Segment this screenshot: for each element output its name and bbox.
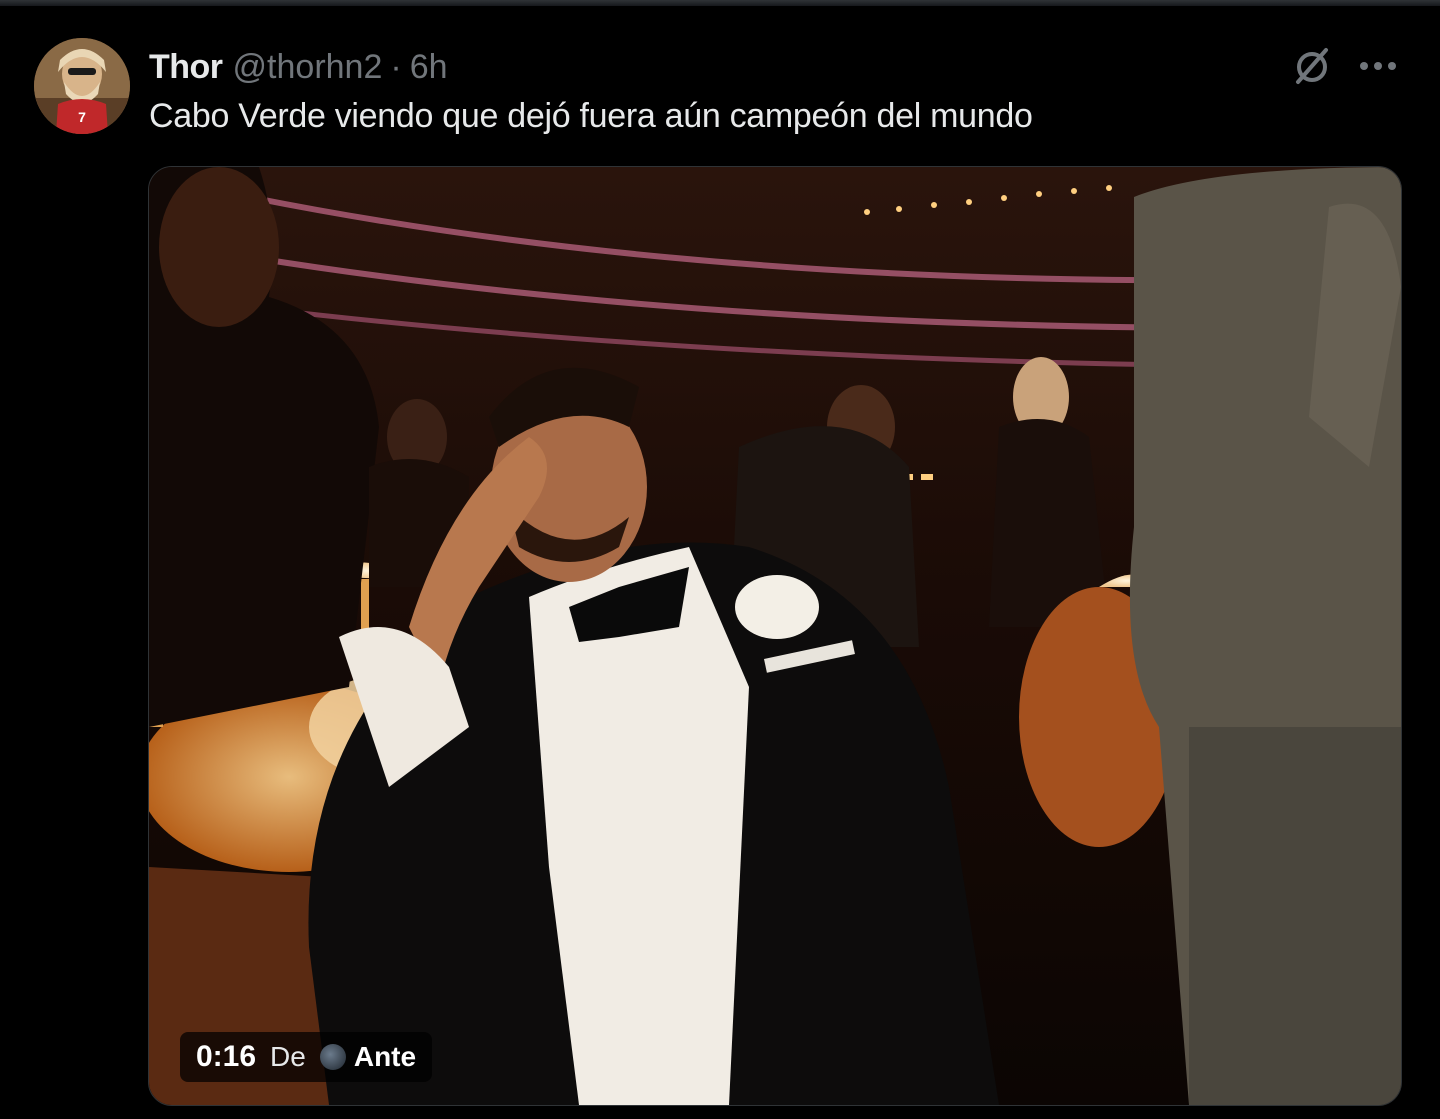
tweet-text: Cabo Verde viendo que dejó fuera aún cam… — [149, 97, 1033, 135]
source-avatar-icon — [319, 1044, 346, 1070]
more-options-button[interactable] — [1354, 44, 1402, 88]
video-player[interactable] — [148, 166, 1402, 1106]
video-attribution[interactable]: 0:16 De Ante — [180, 1032, 433, 1082]
thor-avatar-icon: 7 — [34, 38, 130, 134]
avatar-jersey-number: 7 — [78, 109, 86, 125]
tweet-time[interactable]: 6h — [410, 48, 448, 87]
author-display-name[interactable]: Thor — [149, 48, 223, 87]
video-timestamp: 0:16 — [196, 1040, 257, 1073]
header-separator: · — [390, 47, 402, 86]
avatar[interactable]: 7 — [34, 38, 130, 134]
tweet-header: Thor @thorhn2 · 6h — [149, 44, 448, 90]
more-horizontal-icon — [1360, 62, 1396, 70]
attribution-from-label: De — [270, 1041, 306, 1072]
grok-button[interactable] — [1288, 42, 1336, 90]
attribution-source-name[interactable]: Ante — [354, 1041, 416, 1073]
tweet-card[interactable]: 7 Thor @thorhn2 · 6h Cabo Verde viendo q… — [0, 6, 1440, 1119]
author-handle[interactable]: @thorhn2 — [233, 48, 383, 87]
video-frame — [149, 167, 1401, 1105]
grok-icon — [1296, 48, 1328, 84]
